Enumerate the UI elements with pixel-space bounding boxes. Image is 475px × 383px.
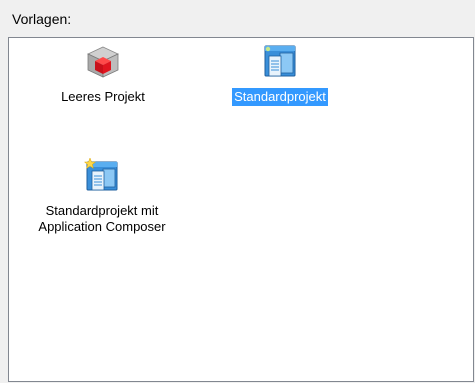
template-item-standardprojekt-composer[interactable]: Standardprojekt mit Application Composer	[17, 158, 187, 236]
template-label: Standardprojekt mit Application Composer	[36, 202, 167, 236]
standard-project-composer-icon	[84, 158, 118, 191]
standard-project-icon	[264, 45, 296, 77]
template-label-line2: Application Composer	[38, 219, 166, 234]
template-label: Leeres Projekt	[61, 89, 145, 104]
template-item-leeres-projekt[interactable]: Leeres Projekt	[37, 44, 169, 106]
templates-panel: Vorlagen: Leeres Projekt Standardprojekt…	[0, 0, 475, 383]
red-cube-icon	[87, 46, 119, 78]
template-label-line1: Standardprojekt mit	[45, 203, 159, 218]
templates-list[interactable]: Leeres Projekt Standardprojekt Standardp…	[8, 37, 474, 382]
template-label: Standardprojekt	[232, 88, 328, 106]
template-item-standardprojekt[interactable]: Standardprojekt	[214, 44, 346, 106]
templates-header-label: Vorlagen:	[12, 11, 72, 27]
